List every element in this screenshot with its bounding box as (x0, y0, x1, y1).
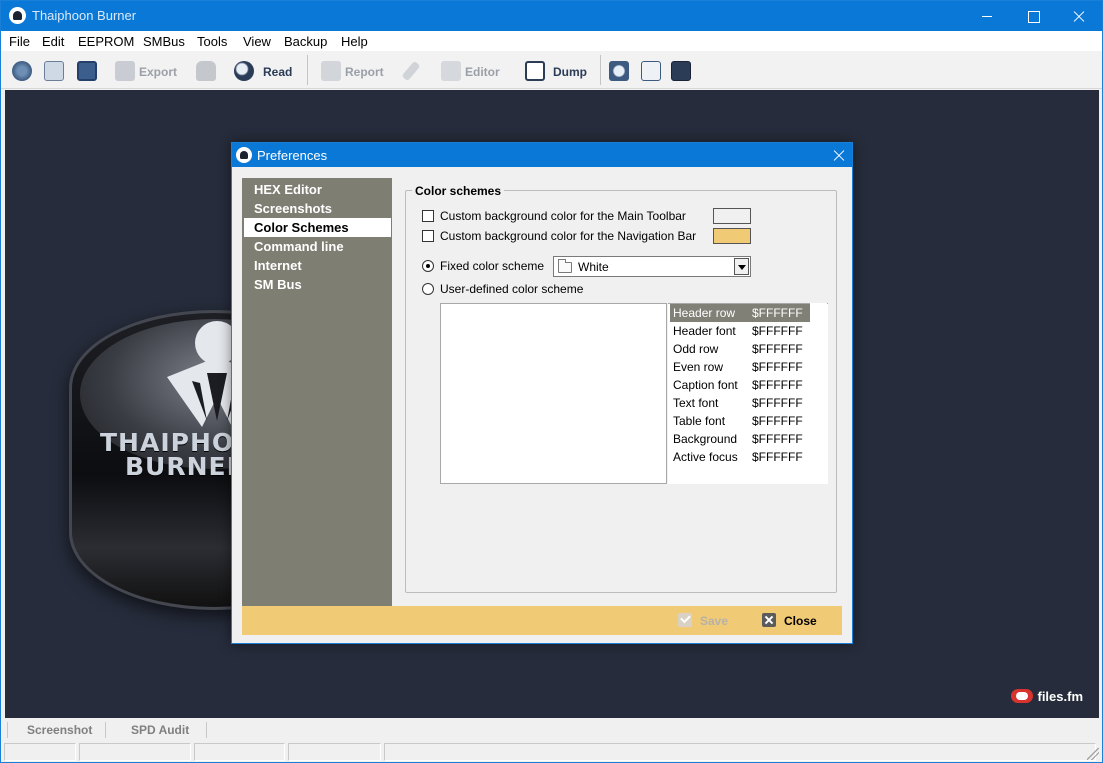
export-icon[interactable] (115, 61, 135, 81)
editor-button[interactable]: Editor (465, 65, 500, 79)
report-button[interactable]: Report (345, 65, 384, 79)
toolbar-separator (600, 55, 601, 85)
table-row[interactable]: Header row $FFFFFF (670, 304, 810, 322)
save-disk-icon[interactable] (77, 61, 97, 81)
dialog-body: HEX Editor Screenshots Color Schemes Com… (232, 167, 852, 643)
open-folder-icon[interactable] (44, 61, 64, 81)
table-row[interactable]: Even row $FFFFFF (670, 358, 810, 376)
dialog-title-bar[interactable]: Preferences (232, 143, 852, 167)
lock-icon[interactable] (196, 61, 216, 81)
table-row[interactable]: Text font $FFFFFF (670, 394, 810, 412)
preferences-nav: HEX Editor Screenshots Color Schemes Com… (242, 178, 392, 606)
preferences-dialog: Preferences HEX Editor Screenshots Color… (231, 142, 853, 644)
dialog-title: Preferences (257, 148, 328, 163)
wrench-icon[interactable] (401, 60, 421, 82)
menu-bar: File Edit EEPROM SMBus Tools View Backup… (1, 31, 1102, 51)
toolbar-separator (307, 55, 308, 85)
status-cell (288, 743, 381, 761)
settings-gear-icon[interactable] (12, 61, 32, 81)
tab-spd-audit[interactable]: SPD Audit (131, 723, 189, 737)
menu-file[interactable]: File (9, 34, 30, 49)
dump-grid-icon[interactable] (525, 61, 545, 81)
table-row[interactable]: Background $FFFFFF (670, 430, 810, 448)
table-row[interactable]: Table font $FFFFFF (670, 412, 810, 430)
tab-separator (206, 722, 207, 738)
bottom-tab-bar: Screenshot SPD Audit (1, 719, 1102, 741)
dialog-app-icon (236, 147, 252, 163)
menu-view[interactable]: View (243, 34, 271, 49)
table-row[interactable]: Caption font $FFFFFF (670, 376, 810, 394)
report-clipboard-icon[interactable] (321, 61, 341, 81)
close-x-icon (762, 613, 776, 627)
close-window-button[interactable] (1056, 1, 1102, 31)
custom-navbar-color-label: Custom background color for the Navigati… (440, 229, 697, 243)
custom-toolbar-color-checkbox[interactable] (422, 210, 434, 222)
app-window: Thaiphoon Burner File Edit EEPROM SMBus … (0, 0, 1103, 763)
toolbar-color-swatch[interactable] (713, 208, 751, 224)
folder-icon (558, 259, 572, 273)
editor-icon[interactable] (441, 61, 461, 81)
read-button[interactable]: Read (263, 65, 292, 79)
title-bar[interactable]: Thaiphoon Burner (1, 1, 1102, 31)
status-cell (384, 743, 1096, 761)
custom-toolbar-color-label: Custom background color for the Main Too… (440, 209, 686, 223)
user-scheme-radio[interactable] (422, 283, 434, 295)
nav-item-command-line[interactable]: Command line (244, 237, 391, 256)
menu-tools[interactable]: Tools (197, 34, 227, 49)
dump-button[interactable]: Dump (553, 65, 587, 79)
checkmark-icon (678, 613, 692, 627)
document-icon[interactable] (641, 61, 661, 81)
chevron-down-icon[interactable] (734, 258, 749, 275)
menu-eeprom[interactable]: EEPROM (78, 34, 134, 49)
dialog-close-icon[interactable] (830, 146, 848, 164)
tab-separator (7, 722, 8, 738)
status-bar (1, 741, 1102, 762)
nav-item-hex-editor[interactable]: HEX Editor (244, 180, 391, 199)
read-magnifier-icon[interactable] (234, 61, 254, 81)
main-toolbar: Export Read Report Editor Dump (1, 51, 1102, 89)
tab-separator (105, 722, 106, 738)
app-logo-icon (9, 7, 26, 24)
export-button[interactable]: Export (139, 65, 177, 79)
minimize-button[interactable] (964, 1, 1010, 31)
menu-help[interactable]: Help (341, 34, 368, 49)
resize-grip-icon[interactable] (1087, 748, 1099, 760)
custom-navbar-color-checkbox[interactable] (422, 230, 434, 242)
color-scheme-value: White (578, 260, 609, 274)
nav-item-internet[interactable]: Internet (244, 256, 391, 275)
menu-edit[interactable]: Edit (42, 34, 64, 49)
status-cell (4, 743, 76, 761)
user-scheme-label: User-defined color scheme (440, 282, 584, 296)
status-cell (79, 743, 191, 761)
nav-item-screenshots[interactable]: Screenshots (244, 199, 391, 218)
group-title: Color schemes (412, 184, 505, 198)
scheme-preview-pane (440, 303, 667, 484)
filesfm-text: files.fm (1037, 689, 1083, 704)
nav-item-sm-bus[interactable]: SM Bus (244, 275, 391, 294)
cloud-icon (1011, 689, 1034, 703)
search-chip-icon[interactable] (609, 61, 629, 81)
waveform-monitor-icon[interactable] (671, 61, 691, 81)
dialog-footer: Save Close (242, 606, 842, 635)
menu-smbus[interactable]: SMBus (143, 34, 185, 49)
navbar-color-swatch[interactable] (713, 228, 751, 244)
save-label: Save (700, 614, 729, 628)
table-row[interactable]: Active focus $FFFFFF (670, 448, 810, 466)
table-row[interactable]: Odd row $FFFFFF (670, 340, 810, 358)
menu-backup[interactable]: Backup (284, 34, 327, 49)
table-row[interactable]: Header font $FFFFFF (670, 322, 810, 340)
fixed-scheme-label: Fixed color scheme (440, 259, 545, 273)
status-cell (194, 743, 285, 761)
tab-screenshot[interactable]: Screenshot (27, 723, 92, 737)
color-settings-table: Header row $FFFFFF Header font $FFFFFF Odd… (668, 303, 828, 484)
table-scrollbar[interactable] (810, 303, 827, 484)
maximize-button[interactable] (1010, 1, 1056, 31)
nav-item-color-schemes[interactable]: Color Schemes (244, 218, 391, 237)
close-label: Close (784, 614, 817, 628)
filesfm-badge: files.fm (1011, 689, 1083, 704)
color-scheme-select[interactable]: White (553, 256, 751, 277)
window-title: Thaiphoon Burner (32, 8, 137, 23)
fixed-scheme-radio[interactable] (422, 260, 434, 272)
